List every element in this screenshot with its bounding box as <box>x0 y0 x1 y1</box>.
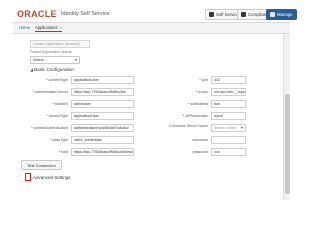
field-label: *contextAuthentication <box>31 125 68 130</box>
basic-configuration-title: Basic Configuration <box>34 67 74 72</box>
tab-home[interactable]: Home <box>19 25 30 30</box>
required-indicator: * <box>46 113 48 118</box>
required-indicator: * <box>182 113 185 118</box>
scrollbar-thumb[interactable] <box>285 94 290 194</box>
field-label: password <box>192 149 208 154</box>
advanced-settings-toggle[interactable]: Advanced Settings <box>25 173 71 181</box>
required-indicator: * <box>31 125 33 130</box>
create-application-field[interactable]: Create Application (Access) <box>30 40 90 48</box>
required-indicator: * <box>199 77 201 82</box>
required-indicator: * <box>52 101 55 106</box>
test-connection-button[interactable]: Test Connection <box>21 160 62 170</box>
field-label: *uriPlaceholder <box>182 113 208 118</box>
gear-icon <box>270 12 275 17</box>
manage-label: Manage <box>277 12 293 17</box>
app-header: ORACLE Identity Self Service Self Servic… <box>13 6 297 23</box>
password-input[interactable]: ••••• <box>211 148 246 156</box>
shield-icon <box>241 12 246 17</box>
parent-application-value: Select ... <box>33 58 48 62</box>
field-input[interactable]: true <box>211 100 246 108</box>
field-label: *passType <box>50 137 68 142</box>
app-name: Identity Self Service <box>61 10 110 17</box>
basic-configuration-header[interactable]: ◢Basic Configuration <box>30 67 74 72</box>
chevron-down-icon: ▾ <box>74 57 77 62</box>
collapse-caret-icon: ◢ <box>30 67 34 72</box>
field-input[interactable]: https://ssc-77654bacc9fd5b/z8m0/scim/v2 <box>71 148 134 156</box>
left-gutter <box>0 0 13 200</box>
tab-bar: Home Applications × <box>13 23 290 34</box>
required-indicator: * <box>46 77 48 82</box>
user-icon <box>209 12 214 17</box>
username-input[interactable] <box>211 136 246 144</box>
connector-server-select[interactable]: Select a value ▾ <box>211 124 246 132</box>
app-window: ORACLE Identity Self Service Self Servic… <box>0 0 300 200</box>
field-label: *baseDN <box>52 101 68 106</box>
field-input[interactable]: applicationUser <box>71 112 134 120</box>
field-input[interactable]: adminuser <box>71 100 134 108</box>
oracle-logo: ORACLE <box>17 9 57 19</box>
field-input[interactable]: 443 <box>211 76 246 84</box>
chevron-down-icon: ▾ <box>240 125 243 130</box>
required-indicator: * <box>58 149 61 154</box>
manage-button[interactable]: Manage <box>266 9 297 20</box>
highlight-box <box>25 173 31 181</box>
field-input[interactable]: client_credentials <box>71 136 134 144</box>
field-label: *contextType <box>46 113 68 118</box>
tab-applications[interactable]: Applications × <box>35 25 62 32</box>
connector-server-value: Select a value <box>214 126 237 130</box>
field-label: username <box>192 137 208 142</box>
close-icon[interactable]: × <box>60 25 62 30</box>
field-input[interactable]: authenticationHost/5b0c6f7a4da1f <box>71 124 134 132</box>
field-label: *authenticationServer <box>32 89 68 94</box>
field-label: *contextType <box>46 77 68 82</box>
connector-server-label: Connector Server Name <box>169 124 208 128</box>
self-service-label: Self Service <box>216 12 239 17</box>
field-input[interactable]: myuri <box>211 112 246 120</box>
field-label: *sslEnabled <box>188 101 208 106</box>
required-indicator: * <box>32 89 35 94</box>
field-label: *port <box>199 77 208 82</box>
field-label: *host <box>58 149 68 154</box>
parent-application-select[interactable]: Select ... ▾ <box>30 56 80 64</box>
required-indicator: * <box>50 137 52 142</box>
vertical-scrollbar[interactable] <box>283 34 290 200</box>
tab-applications-label: Applications <box>35 25 58 30</box>
field-label: *scope <box>196 89 208 94</box>
field-input[interactable]: applicationUser <box>71 76 134 84</box>
parent-application-label: Parent Application Name <box>30 50 72 54</box>
advanced-settings-label: Advanced Settings <box>33 174 71 180</box>
field-input[interactable]: urn:opc:idm:__myscopes__ <box>211 88 246 96</box>
field-input[interactable]: https://ssc-77654bacc9fd5b/z8m <box>71 88 134 96</box>
